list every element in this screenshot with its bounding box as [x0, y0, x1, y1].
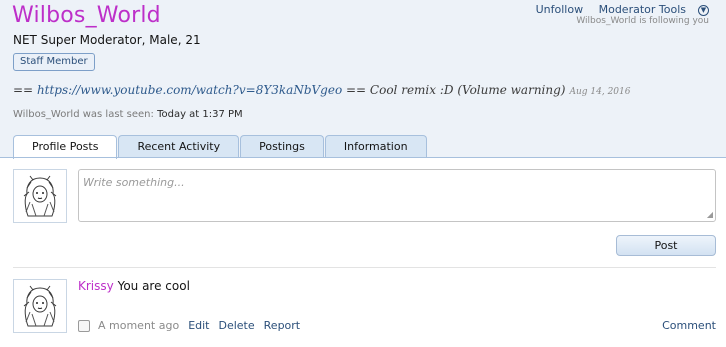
avatar-image	[16, 172, 64, 220]
staff-member-badge: Staff Member	[13, 53, 95, 71]
profile-tabs: Profile Posts Recent Activity Postings I…	[13, 135, 428, 159]
last-seen-value: Today at 1:37 PM	[157, 109, 243, 120]
tab-information[interactable]: Information	[324, 135, 427, 158]
status-separator: ==	[342, 83, 370, 97]
status-date[interactable]: Aug 14, 2016	[569, 87, 630, 97]
last-seen-label: Wilbos_World was last seen:	[13, 109, 154, 120]
post-actions: A moment ago Edit Delete Report	[78, 319, 309, 332]
select-checkbox[interactable]	[78, 320, 90, 332]
profile-post: Krissy You are cool	[78, 279, 190, 293]
profile-actions: Unfollow Moderator Tools ▼	[524, 3, 709, 16]
profile-header: Wilbos_World NET Super Moderator, Male, …	[0, 0, 726, 159]
status-link[interactable]: https://www.youtube.com/watch?v=8Y3kaNbV…	[37, 83, 342, 97]
avatar[interactable]	[13, 169, 67, 223]
avatar-image	[16, 282, 64, 330]
tab-postings[interactable]: Postings	[240, 135, 324, 158]
profile-post-input[interactable]: Write something... ◢	[78, 169, 716, 222]
chevron-down-icon: ▼	[698, 4, 709, 16]
following-you-note: Wilbos_World is following you	[576, 16, 709, 26]
comment-link[interactable]: Comment	[662, 319, 716, 332]
profile-status: == https://www.youtube.com/watch?v=8Y3ka…	[13, 83, 630, 97]
section-divider	[13, 267, 716, 268]
status-text: Cool remix :D (Volume warning)	[369, 83, 566, 97]
user-title: NET Super Moderator, Male, 21	[13, 33, 201, 47]
post-button[interactable]: Post	[616, 235, 716, 256]
status-prefix: ==	[13, 83, 37, 97]
moderator-tools-label: Moderator Tools	[598, 3, 686, 16]
tab-recent-activity[interactable]: Recent Activity	[118, 135, 240, 158]
comment-avatar[interactable]	[13, 279, 67, 333]
last-seen: Wilbos_World was last seen: Today at 1:3…	[13, 109, 243, 120]
tabs-divider	[0, 157, 726, 158]
post-time[interactable]: A moment ago	[98, 319, 179, 332]
post-text: You are cool	[117, 279, 190, 293]
moderator-tools-menu[interactable]: Moderator Tools ▼	[599, 3, 709, 16]
report-link[interactable]: Report	[264, 319, 300, 332]
tab-profile-posts[interactable]: Profile Posts	[13, 135, 118, 159]
profile-username[interactable]: Wilbos_World	[12, 3, 161, 28]
unfollow-link[interactable]: Unfollow	[536, 3, 583, 16]
post-author[interactable]: Krissy	[78, 279, 114, 293]
delete-link[interactable]: Delete	[219, 319, 255, 332]
resize-grip-icon[interactable]: ◢	[707, 210, 713, 219]
input-placeholder: Write something...	[83, 176, 185, 189]
edit-link[interactable]: Edit	[188, 319, 209, 332]
